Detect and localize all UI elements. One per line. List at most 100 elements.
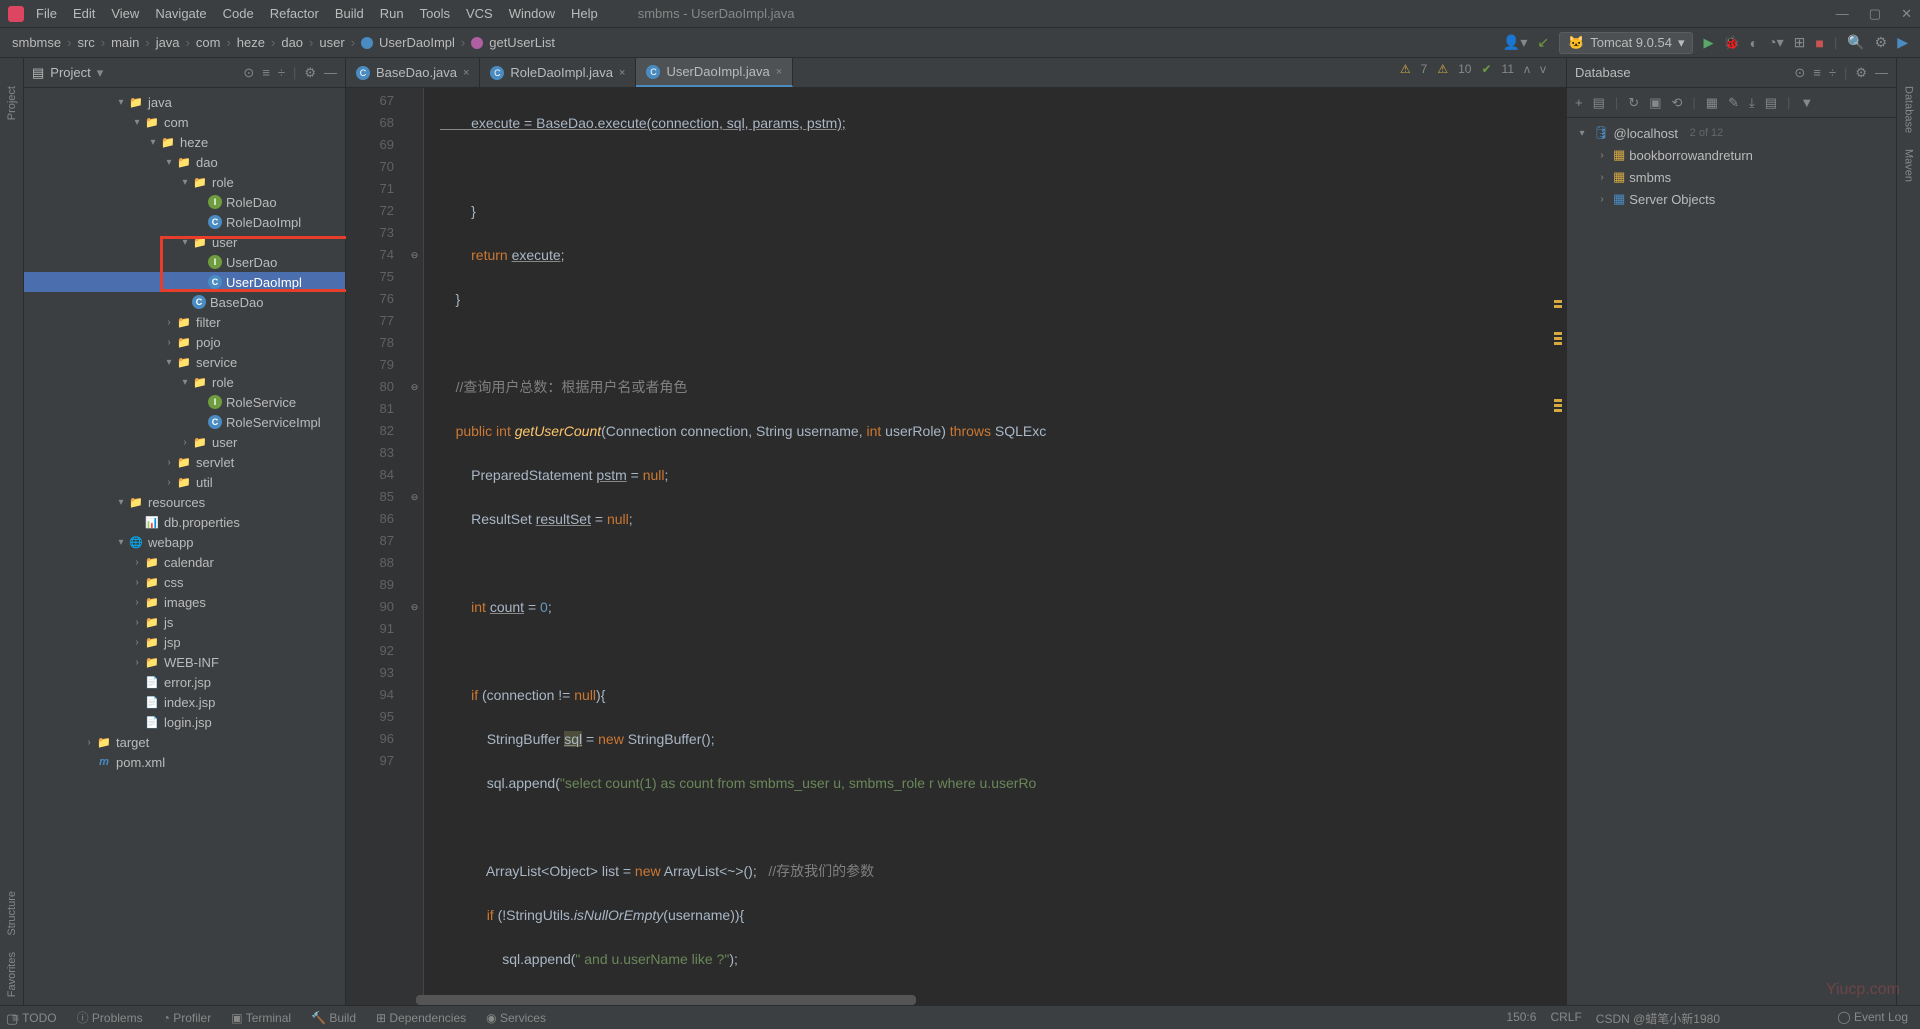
attach-icon[interactable]: ⊞ bbox=[1794, 34, 1806, 51]
tab-roledaoimpl[interactable]: CRoleDaoImpl.java× bbox=[480, 58, 636, 87]
tree-loginjsp[interactable]: 📄login.jsp bbox=[24, 712, 345, 732]
run-icon[interactable]: ▶ bbox=[1703, 35, 1713, 51]
tree-heze[interactable]: ▾📁heze bbox=[24, 132, 345, 152]
tree-calendar[interactable]: ›📁calendar bbox=[24, 552, 345, 572]
close-icon[interactable]: × bbox=[619, 67, 625, 79]
tree-roleservice[interactable]: IRoleService bbox=[24, 392, 345, 412]
menu-file[interactable]: File bbox=[36, 6, 57, 21]
menu-edit[interactable]: Edit bbox=[73, 6, 95, 21]
bc-method[interactable]: getUserList bbox=[489, 35, 555, 50]
tab-basedao[interactable]: CBaseDao.java× bbox=[346, 58, 480, 87]
table-icon[interactable]: ▦ bbox=[1706, 95, 1718, 111]
rail-database[interactable]: Database bbox=[1903, 78, 1915, 141]
collapse-icon[interactable]: ÷ bbox=[1829, 65, 1836, 81]
bottom-dependencies[interactable]: ⊞ Dependencies bbox=[376, 1011, 466, 1025]
bottom-build[interactable]: 🔨 Build bbox=[311, 1011, 356, 1025]
rail-favorites[interactable]: Favorites bbox=[6, 944, 18, 1005]
bc-class[interactable]: UserDaoImpl bbox=[379, 35, 455, 50]
profile-icon[interactable]: ◔▾ bbox=[1768, 34, 1783, 51]
gear-icon[interactable]: ⚙ bbox=[1855, 65, 1867, 81]
duplicate-icon[interactable]: ▤ bbox=[1593, 95, 1605, 111]
close-icon[interactable]: × bbox=[463, 67, 469, 79]
horizontal-scrollbar[interactable] bbox=[416, 995, 916, 1005]
bottom-terminal[interactable]: ▣ Terminal bbox=[231, 1011, 291, 1025]
project-tree[interactable]: ▾📁java ▾📁com ▾📁heze ▾📁dao ▾📁role IRoleDa… bbox=[24, 88, 345, 1005]
menu-view[interactable]: View bbox=[111, 6, 139, 21]
chevron-down-icon[interactable]: v bbox=[1540, 62, 1546, 76]
bc-src[interactable]: src bbox=[77, 35, 94, 50]
refresh-icon[interactable]: ↻ bbox=[1628, 95, 1639, 111]
maximize-icon[interactable]: ▢ bbox=[1869, 6, 1881, 22]
bc-dao[interactable]: dao bbox=[281, 35, 303, 50]
line-ending[interactable]: CRLF bbox=[1550, 1010, 1581, 1027]
ddl-icon[interactable]: ⤓ bbox=[1749, 95, 1755, 111]
menu-refactor[interactable]: Refactor bbox=[270, 6, 319, 21]
menu-tools[interactable]: Tools bbox=[420, 6, 450, 21]
bc-user[interactable]: user bbox=[319, 35, 344, 50]
tree-roledaoimpl[interactable]: CRoleDaoImpl bbox=[24, 212, 345, 232]
tree-servlet[interactable]: ›📁servlet bbox=[24, 452, 345, 472]
bc-main[interactable]: main bbox=[111, 35, 139, 50]
fold-gutter[interactable]: ⊖ ⊖ ⊖ ⊖ bbox=[406, 88, 424, 1005]
coverage-icon[interactable]: ◐ bbox=[1750, 35, 1758, 51]
tree-pomxml[interactable]: mpom.xml bbox=[24, 752, 345, 772]
db-datasource[interactable]: ▾🛢@localhost 2 of 12 bbox=[1567, 122, 1896, 144]
inspection-summary[interactable]: ⚠7 ⚠10 ✔11 ʌ v bbox=[1400, 62, 1546, 76]
tree-svc-role[interactable]: ▾📁role bbox=[24, 372, 345, 392]
tree-roleserviceimpl[interactable]: CRoleServiceImpl bbox=[24, 412, 345, 432]
expand-icon[interactable]: ≡ bbox=[1813, 65, 1821, 81]
menu-vcs[interactable]: VCS bbox=[466, 6, 493, 21]
menu-window[interactable]: Window bbox=[509, 6, 555, 21]
filter-icon[interactable]: ▼ bbox=[1800, 95, 1813, 110]
menu-help[interactable]: Help bbox=[571, 6, 598, 21]
bottom-todo[interactable]: ≡ TODO bbox=[12, 1011, 57, 1025]
bc-project[interactable]: smbmse bbox=[12, 35, 61, 50]
menu-build[interactable]: Build bbox=[335, 6, 364, 21]
tab-userdaoimpl[interactable]: CUserDaoImpl.java× bbox=[636, 58, 793, 87]
tree-images[interactable]: ›📁images bbox=[24, 592, 345, 612]
gear-icon[interactable]: ⚙ bbox=[304, 65, 316, 81]
locate-icon[interactable]: ⊙ bbox=[243, 65, 254, 81]
tree-roledao[interactable]: IRoleDao bbox=[24, 192, 345, 212]
tree-svc-user[interactable]: ›📁user bbox=[24, 432, 345, 452]
rail-structure[interactable]: Structure bbox=[6, 883, 18, 944]
tree-util[interactable]: ›📁util bbox=[24, 472, 345, 492]
search-icon[interactable]: 🔍 bbox=[1847, 34, 1864, 51]
db-schema[interactable]: ›▦smbms bbox=[1567, 166, 1896, 188]
expand-icon[interactable]: ≡ bbox=[262, 65, 270, 81]
tree-basedao[interactable]: CBaseDao bbox=[24, 292, 345, 312]
bottom-profiler[interactable]: ◔ Profiler bbox=[163, 1011, 212, 1025]
edit-icon[interactable]: ✎ bbox=[1728, 95, 1739, 111]
stop-icon[interactable]: ■ bbox=[1815, 35, 1823, 51]
tree-com[interactable]: ▾📁com bbox=[24, 112, 345, 132]
checkout-icon[interactable]: ↙ bbox=[1537, 34, 1549, 51]
tree-service[interactable]: ▾📁service bbox=[24, 352, 345, 372]
tree-userdaoimpl[interactable]: CUserDaoImpl bbox=[24, 272, 345, 292]
bc-com[interactable]: com bbox=[196, 35, 221, 50]
database-tree[interactable]: ▾🛢@localhost 2 of 12 ›▦bookborrowandretu… bbox=[1567, 118, 1896, 1005]
error-stripe[interactable] bbox=[1554, 118, 1564, 412]
bc-java[interactable]: java bbox=[156, 35, 180, 50]
minimize-icon[interactable]: — bbox=[1836, 6, 1849, 22]
tree-css[interactable]: ›📁css bbox=[24, 572, 345, 592]
menu-code[interactable]: Code bbox=[223, 6, 254, 21]
console-icon[interactable]: ▤ bbox=[1765, 95, 1777, 111]
rail-project[interactable]: Project bbox=[6, 78, 18, 128]
chevron-up-icon[interactable]: ʌ bbox=[1524, 62, 1530, 76]
close-icon[interactable]: × bbox=[776, 66, 782, 78]
sync-icon[interactable]: ▶ bbox=[1897, 34, 1908, 51]
event-log[interactable]: ◯ Event Log bbox=[1837, 1010, 1908, 1024]
locate-icon[interactable]: ⊙ bbox=[1794, 65, 1805, 81]
bc-heze[interactable]: heze bbox=[237, 35, 265, 50]
stop-icon[interactable]: ▣ bbox=[1649, 95, 1661, 111]
rail-maven[interactable]: Maven bbox=[1903, 141, 1915, 190]
tree-filter[interactable]: ›📁filter bbox=[24, 312, 345, 332]
tree-dbprop[interactable]: 📊db.properties bbox=[24, 512, 345, 532]
menu-run[interactable]: Run bbox=[380, 6, 404, 21]
run-config-selector[interactable]: 🐱 Tomcat 9.0.54 ▾ bbox=[1559, 32, 1693, 54]
rollback-icon[interactable]: ⟲ bbox=[1671, 95, 1682, 111]
tree-js[interactable]: ›📁js bbox=[24, 612, 345, 632]
code-editor[interactable]: execute = BaseDao.execute(connection, sq… bbox=[424, 88, 1566, 1005]
tree-role[interactable]: ▾📁role bbox=[24, 172, 345, 192]
bottom-services[interactable]: ◉ Services bbox=[486, 1011, 546, 1025]
